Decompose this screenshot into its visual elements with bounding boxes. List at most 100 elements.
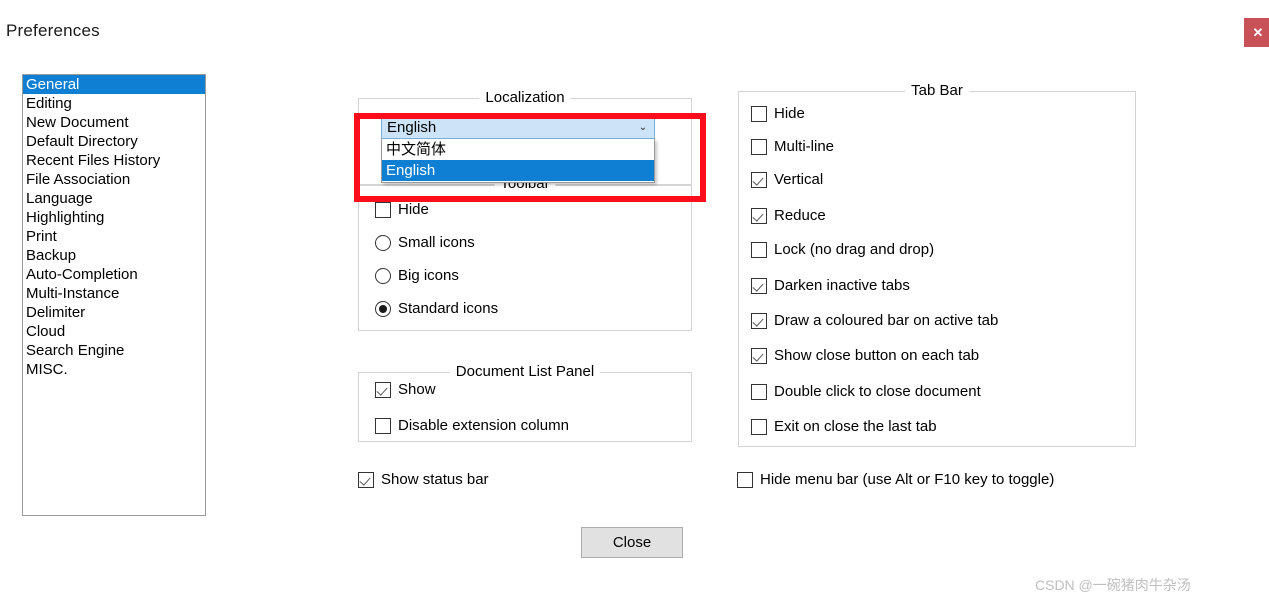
checkbox-box xyxy=(751,277,767,294)
sidebar-item-label: Multi-Instance xyxy=(26,285,120,302)
sidebar-item-cloud[interactable]: Cloud xyxy=(23,322,205,341)
localization-dropdown-list[interactable]: 中文简体 English xyxy=(381,139,655,183)
tabbar-close-button-label: Show close button on each tab xyxy=(774,347,980,364)
checkbox-box xyxy=(751,105,767,122)
hide-menu-bar-checkbox[interactable]: Hide menu bar (use Alt or F10 key to tog… xyxy=(737,471,1054,488)
sidebar-item-label: Editing xyxy=(26,95,72,112)
sidebar-item-file-association[interactable]: File Association xyxy=(23,170,205,189)
close-glyph: ✕ xyxy=(1252,24,1264,40)
close-button[interactable]: Close xyxy=(581,527,683,558)
localization-group-title: Localization xyxy=(479,89,571,106)
checkbox-box xyxy=(751,138,767,155)
doclist-show-checkbox[interactable]: Show xyxy=(375,381,436,398)
tabbar-lock-checkbox[interactable]: Lock (no drag and drop) xyxy=(751,241,934,258)
tabbar-reduce-label: Reduce xyxy=(774,207,826,224)
tabbar-darken-inactive-checkbox[interactable]: Darken inactive tabs xyxy=(751,277,910,294)
tabbar-vertical-label: Vertical xyxy=(774,171,824,188)
sidebar-item-label: New Document xyxy=(26,114,129,131)
checkbox-box xyxy=(751,383,767,400)
sidebar-item-language[interactable]: Language xyxy=(23,189,205,208)
tabbar-exit-on-close-checkbox[interactable]: Exit on close the last tab xyxy=(751,418,937,435)
sidebar-item-label: Highlighting xyxy=(26,209,105,226)
sidebar-item-multi-instance[interactable]: Multi-Instance xyxy=(23,284,205,303)
radio-circle xyxy=(375,234,391,251)
toolbar-standard-icons-label: Standard icons xyxy=(398,300,499,317)
checkbox-box xyxy=(751,347,767,364)
toolbar-small-icons-label: Small icons xyxy=(398,234,475,251)
sidebar-item-search-engine[interactable]: Search Engine xyxy=(23,341,205,360)
sidebar-item-print[interactable]: Print xyxy=(23,227,205,246)
checkbox-box xyxy=(375,417,391,434)
sidebar-item-backup[interactable]: Backup xyxy=(23,246,205,265)
checkbox-box xyxy=(358,471,374,488)
sidebar-item-label: Recent Files History xyxy=(26,152,161,169)
tabbar-hide-label: Hide xyxy=(774,105,805,122)
tabbar-double-click-close-label: Double click to close document xyxy=(774,383,981,400)
localization-selected-value: English xyxy=(387,119,437,136)
doclist-disable-extension-column-label: Disable extension column xyxy=(398,417,569,434)
toolbar-big-icons-label: Big icons xyxy=(398,267,459,284)
show-status-bar-checkbox[interactable]: Show status bar xyxy=(358,471,489,488)
sidebar-item-misc[interactable]: MISC. xyxy=(23,360,205,379)
toolbar-big-icons-radio[interactable]: Big icons xyxy=(375,267,459,284)
tab-bar-group-title: Tab Bar xyxy=(905,82,969,99)
toolbar-small-icons-radio[interactable]: Small icons xyxy=(375,234,475,251)
checkbox-box xyxy=(751,241,767,258)
sidebar-item-label: Search Engine xyxy=(26,342,125,359)
preferences-category-list[interactable]: General Editing New Document Default Direct… xyxy=(22,74,206,516)
sidebar-item-auto-completion[interactable]: Auto-Completion xyxy=(23,265,205,284)
sidebar-item-delimiter[interactable]: Delimiter xyxy=(23,303,205,322)
sidebar-item-default-directory[interactable]: Default Directory xyxy=(23,132,205,151)
toolbar-standard-icons-radio[interactable]: Standard icons xyxy=(375,300,498,317)
sidebar-item-label: Delimiter xyxy=(26,304,86,321)
show-status-bar-label: Show status bar xyxy=(381,471,489,488)
sidebar-item-label: Default Directory xyxy=(26,133,138,150)
checkbox-box xyxy=(375,201,391,218)
sidebar-item-label: General xyxy=(26,76,80,93)
sidebar-item-label: Backup xyxy=(26,247,77,264)
tabbar-exit-on-close-label: Exit on close the last tab xyxy=(774,418,937,435)
sidebar-item-label: Print xyxy=(26,228,57,245)
sidebar-item-label: Cloud xyxy=(26,323,66,340)
sidebar-item-label: Language xyxy=(26,190,93,207)
sidebar-item-highlighting[interactable]: Highlighting xyxy=(23,208,205,227)
page-title: Preferences xyxy=(6,21,100,40)
doclist-show-label: Show xyxy=(398,381,436,398)
tabbar-vertical-checkbox[interactable]: Vertical xyxy=(751,171,823,188)
tabbar-reduce-checkbox[interactable]: Reduce xyxy=(751,207,826,224)
sidebar-item-label: MISC. xyxy=(26,361,68,378)
radio-circle xyxy=(375,267,391,284)
tabbar-coloured-bar-checkbox[interactable]: Draw a coloured bar on active tab xyxy=(751,312,998,329)
checkbox-box xyxy=(751,418,767,435)
tabbar-double-click-close-checkbox[interactable]: Double click to close document xyxy=(751,383,981,400)
sidebar-item-label: File Association xyxy=(26,171,131,188)
radio-circle xyxy=(375,300,391,317)
sidebar-item-new-document[interactable]: New Document xyxy=(23,113,205,132)
tabbar-close-button-checkbox[interactable]: Show close button on each tab xyxy=(751,347,979,364)
tabbar-hide-checkbox[interactable]: Hide xyxy=(751,105,805,122)
localization-select[interactable]: English ⌄ xyxy=(381,116,655,139)
checkbox-box xyxy=(751,312,767,329)
checkbox-box xyxy=(751,171,767,188)
checkbox-box xyxy=(751,207,767,224)
chevron-down-icon: ⌄ xyxy=(638,122,648,133)
checkbox-box xyxy=(375,381,391,398)
tabbar-multi-line-label: Multi-line xyxy=(774,138,835,155)
checkbox-box xyxy=(737,471,753,488)
sidebar-item-editing[interactable]: Editing xyxy=(23,94,205,113)
localization-option-0[interactable]: 中文简体 xyxy=(382,139,654,160)
toolbar-hide-label: Hide xyxy=(398,201,429,218)
sidebar-item-recent-files-history[interactable]: Recent Files History xyxy=(23,151,205,170)
toolbar-hide-checkbox[interactable]: Hide xyxy=(375,201,429,218)
document-list-panel-group-title: Document List Panel xyxy=(449,363,601,380)
doclist-disable-extension-column-checkbox[interactable]: Disable extension column xyxy=(375,417,569,434)
sidebar-item-general[interactable]: General xyxy=(23,75,205,94)
tabbar-coloured-bar-label: Draw a coloured bar on active tab xyxy=(774,312,999,329)
sidebar-item-label: Auto-Completion xyxy=(26,266,138,283)
watermark: CSDN @一碗猪肉牛杂汤 xyxy=(1035,577,1191,593)
tabbar-multi-line-checkbox[interactable]: Multi-line xyxy=(751,138,834,155)
close-icon[interactable]: ✕ xyxy=(1244,18,1269,47)
tabbar-darken-inactive-label: Darken inactive tabs xyxy=(774,277,910,294)
tabbar-lock-label: Lock (no drag and drop) xyxy=(774,241,935,258)
localization-option-1[interactable]: English xyxy=(382,160,654,181)
